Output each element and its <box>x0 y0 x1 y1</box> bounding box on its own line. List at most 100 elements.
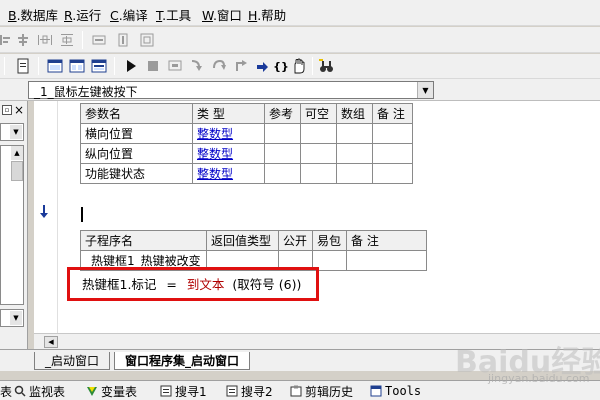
left-panel: ▫ × ▼ ▲ ▼ <box>0 101 28 349</box>
stop-icon[interactable] <box>144 57 162 75</box>
params-col-type: 类 型 <box>192 103 265 124</box>
toolbar-separator <box>4 57 5 75</box>
params-table: 参数名 类 型 参考 可空 数组 备 注 横向位置 整数型 纵向位置 整数型 功… <box>80 103 413 184</box>
same-height-icon[interactable] <box>114 31 132 49</box>
param-type-link[interactable]: 整数型 <box>192 143 265 164</box>
panel-tab-watch[interactable]: 监视表 <box>14 382 65 400</box>
panel-tab-variables[interactable]: 变量表 <box>86 382 137 400</box>
restore-icon[interactable]: ▫ <box>2 105 12 115</box>
menu-help[interactable]: H.帮助 <box>248 5 286 24</box>
toolbar-separator <box>114 57 115 75</box>
same-size-icon[interactable] <box>138 31 156 49</box>
param-ref[interactable] <box>264 123 301 144</box>
param-nullable[interactable] <box>300 163 337 184</box>
panel-tab-search2[interactable]: 搜寻2 <box>226 382 273 400</box>
highlight-box <box>67 267 319 301</box>
table-row[interactable]: 横向位置 整数型 <box>80 123 413 144</box>
chevron-down-icon[interactable]: ▼ <box>10 125 22 139</box>
param-ref[interactable] <box>264 143 301 164</box>
run-to-cursor-icon[interactable] <box>254 57 272 75</box>
param-nullable[interactable] <box>300 143 337 164</box>
table-row[interactable]: 纵向位置 整数型 <box>80 143 413 164</box>
param-name[interactable]: 纵向位置 <box>80 143 193 164</box>
vertical-space-icon[interactable] <box>58 31 76 49</box>
clipboard-icon <box>290 385 302 397</box>
param-array[interactable] <box>336 163 373 184</box>
panel-tab-clipboard-history[interactable]: 剪辑历史 <box>290 382 353 400</box>
editor-gutter <box>34 101 58 333</box>
toolbar-separator <box>38 57 39 75</box>
params-col-nullable: 可空 <box>300 103 337 124</box>
hand-icon[interactable] <box>290 57 308 75</box>
align-center-icon[interactable] <box>14 31 32 49</box>
step-into-icon[interactable] <box>188 57 206 75</box>
braces-icon[interactable]: {} <box>272 57 290 75</box>
param-name[interactable]: 横向位置 <box>80 123 193 144</box>
toolbar-alignment <box>0 27 600 53</box>
tab-startup-window[interactable]: _启动窗口 <box>34 352 111 370</box>
arrow-down-icon <box>39 205 49 222</box>
subroutine-note[interactable] <box>346 250 427 271</box>
panel-tab-table[interactable]: 表 <box>0 382 12 400</box>
toolbar-separator <box>82 31 83 49</box>
toolbar-separator <box>312 57 313 75</box>
param-array[interactable] <box>336 143 373 164</box>
param-type-link[interactable]: 整数型 <box>192 123 265 144</box>
params-col-name: 参数名 <box>80 103 193 124</box>
table-row[interactable]: 功能键状态 整数型 <box>80 163 413 184</box>
window-layout-2-icon[interactable] <box>68 57 86 75</box>
params-header-row: 参数名 类 型 参考 可空 数组 备 注 <box>80 103 413 124</box>
param-note[interactable] <box>372 163 413 184</box>
menu-run[interactable]: R.运行 <box>64 5 101 24</box>
params-col-array: 数组 <box>336 103 373 124</box>
menu-bar: B.数据库 R.运行 C.编译 T.工具 W.窗口 H.帮助 <box>0 0 600 26</box>
find-icon[interactable] <box>318 57 336 75</box>
menu-tools[interactable]: T.工具 <box>156 5 191 24</box>
tab-window-assembly[interactable]: 窗口程序集_启动窗口 <box>114 352 251 370</box>
run-icon[interactable] <box>122 57 140 75</box>
event-combobox[interactable]: _1_鼠标左键被按下 ▼ <box>28 81 434 99</box>
sub-col-return-type: 返回值类型 <box>206 230 279 251</box>
panel-tab-tools[interactable]: Tools <box>370 382 421 400</box>
window-layout-1-icon[interactable] <box>46 57 64 75</box>
menu-window[interactable]: W.窗口 <box>202 5 242 24</box>
close-icon[interactable]: × <box>14 103 24 117</box>
panel-tab-search1[interactable]: 搜寻1 <box>160 382 207 400</box>
sub-col-public: 公开 <box>278 230 313 251</box>
subroutine-header-row: 子程序名 返回值类型 公开 易包 备 注 <box>80 230 427 251</box>
params-col-note: 备 注 <box>372 103 413 124</box>
menu-compile[interactable]: C.编译 <box>110 5 148 24</box>
search-icon <box>226 385 238 397</box>
debug-icon[interactable] <box>166 57 184 75</box>
search-icon <box>160 385 172 397</box>
scroll-up-icon[interactable]: ▲ <box>11 146 23 160</box>
sub-col-note: 备 注 <box>346 230 427 251</box>
panel-selector[interactable]: ▼ <box>0 123 24 141</box>
panel-list[interactable]: ▲ <box>0 145 24 305</box>
param-ref[interactable] <box>264 163 301 184</box>
step-out-icon[interactable] <box>232 57 250 75</box>
chevron-down-icon[interactable]: ▼ <box>10 311 22 325</box>
magnifier-icon <box>14 385 26 397</box>
same-width-icon[interactable] <box>90 31 108 49</box>
param-array[interactable] <box>336 123 373 144</box>
event-selector-bar: _1_鼠标左键被按下 ▼ <box>0 79 600 101</box>
params-col-ref: 参考 <box>264 103 301 124</box>
panel-selector-bottom[interactable]: ▼ <box>0 309 24 327</box>
param-nullable[interactable] <box>300 123 337 144</box>
param-note[interactable] <box>372 123 413 144</box>
horizontal-space-icon[interactable] <box>36 31 54 49</box>
window-layout-3-icon[interactable] <box>90 57 108 75</box>
param-type-link[interactable]: 整数型 <box>192 163 265 184</box>
param-name[interactable]: 功能键状态 <box>80 163 193 184</box>
param-note[interactable] <box>372 143 413 164</box>
scrollbar-thumb[interactable] <box>11 161 23 181</box>
sub-col-epkg: 易包 <box>312 230 347 251</box>
variable-icon <box>86 385 98 397</box>
menu-database[interactable]: B.数据库 <box>8 5 58 24</box>
scroll-left-icon[interactable]: ◀ <box>44 336 58 348</box>
step-over-icon[interactable] <box>210 57 228 75</box>
chevron-down-icon[interactable]: ▼ <box>417 82 433 98</box>
document-icon[interactable] <box>14 57 32 75</box>
align-left-icon[interactable] <box>0 31 14 49</box>
